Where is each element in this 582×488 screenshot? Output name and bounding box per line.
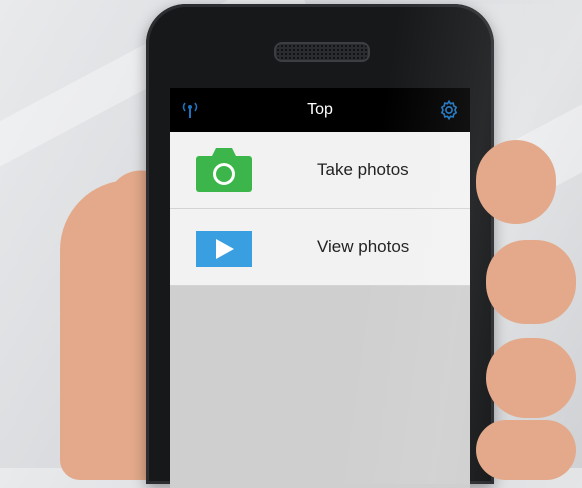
play-icon [196,231,252,267]
phone-speaker [274,42,370,62]
finger [476,420,576,480]
finger [476,140,556,224]
phone-device: Top Take photos View [146,4,568,488]
finger [486,338,576,418]
finger [486,240,576,324]
camera-icon [196,148,252,192]
